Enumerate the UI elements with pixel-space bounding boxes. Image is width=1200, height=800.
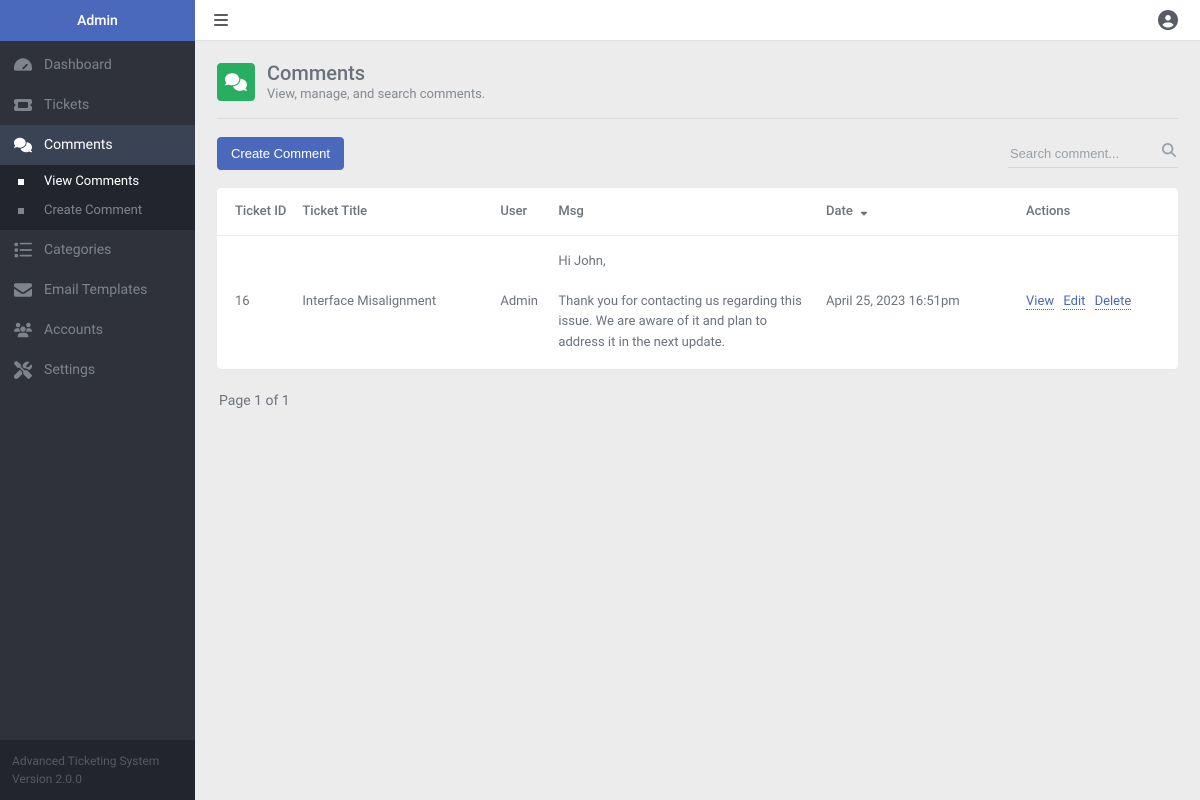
sidebar-footer: Advanced Ticketing System Version 2.0.0	[0, 740, 195, 800]
footer-title: Advanced Ticketing System	[12, 752, 183, 770]
page-title-text: Comments View, manage, and search commen…	[267, 61, 485, 102]
view-link[interactable]: View	[1026, 294, 1054, 310]
table-card: Ticket ID Ticket Title User Msg Date Act…	[217, 188, 1178, 369]
sidebar-item-categories[interactable]: Categories	[0, 230, 195, 270]
sidebar-item-label: Dashboard	[44, 57, 112, 73]
sidebar-item-label: Accounts	[44, 322, 103, 338]
sidebar-title[interactable]: Admin	[0, 0, 195, 41]
table-header-ticket-title[interactable]: Ticket Title	[294, 188, 492, 236]
sidebar-item-settings[interactable]: Settings	[0, 350, 195, 390]
comments-table: Ticket ID Ticket Title User Msg Date Act…	[217, 188, 1178, 369]
search-wrap	[1008, 140, 1178, 168]
submenu-item-label: View Comments	[44, 174, 139, 189]
bullet-icon	[14, 208, 44, 214]
sidebar-item-dashboard[interactable]: Dashboard	[0, 45, 195, 85]
sidebar-menu: Dashboard Tickets Comments View Comments…	[0, 41, 195, 740]
bullet-icon	[14, 179, 44, 185]
sidebar: Admin Dashboard Tickets Comments View Co…	[0, 0, 195, 800]
comments-submenu: View Comments Create Comment	[0, 165, 195, 230]
table-header-date[interactable]: Date	[818, 188, 1018, 236]
envelope-icon	[14, 281, 44, 299]
menu-toggle-icon[interactable]	[213, 12, 229, 28]
delete-link[interactable]: Delete	[1095, 294, 1132, 310]
table-header-date-label: Date	[826, 204, 853, 219]
sidebar-item-label: Categories	[44, 242, 111, 258]
tachometer-icon	[14, 56, 44, 74]
user-menu-icon[interactable]	[1158, 10, 1178, 30]
search-input[interactable]	[1008, 140, 1178, 168]
page-title: Comments	[267, 61, 485, 85]
pagination: Page 1 of 1	[217, 369, 1178, 433]
sidebar-item-tickets[interactable]: Tickets	[0, 85, 195, 125]
submenu-item-label: Create Comment	[44, 203, 142, 218]
table-header-ticket-id[interactable]: Ticket ID	[217, 188, 294, 236]
table-header-actions: Actions	[1018, 188, 1178, 236]
footer-version: Version 2.0.0	[12, 770, 183, 788]
tools-icon	[14, 361, 44, 379]
topbar	[195, 0, 1200, 41]
comments-badge-icon	[217, 63, 255, 101]
create-comment-button[interactable]: Create Comment	[217, 137, 344, 170]
submenu-item-view-comments[interactable]: View Comments	[0, 167, 195, 196]
page-title-row: Comments View, manage, and search commen…	[217, 61, 1178, 119]
cell-actions: View Edit Delete	[1018, 236, 1178, 369]
sidebar-item-accounts[interactable]: Accounts	[0, 310, 195, 350]
comments-icon	[14, 136, 44, 154]
sidebar-item-label: Email Templates	[44, 282, 147, 298]
cell-ticket-title: Interface Misalignment	[294, 236, 492, 369]
sort-desc-icon	[859, 207, 869, 217]
table-header-msg[interactable]: Msg	[550, 188, 818, 236]
main: Comments View, manage, and search commen…	[195, 0, 1200, 800]
cell-msg: Hi John, Thank you for contacting us reg…	[550, 236, 818, 369]
content: Comments View, manage, and search commen…	[195, 41, 1200, 453]
sidebar-item-label: Settings	[44, 362, 95, 378]
sidebar-item-label: Comments	[44, 137, 113, 153]
sidebar-item-label: Tickets	[44, 97, 89, 113]
cell-user: Admin	[492, 236, 550, 369]
page-subtitle: View, manage, and search comments.	[267, 87, 485, 102]
list-icon	[14, 241, 44, 259]
actions-row: Create Comment	[217, 119, 1178, 188]
edit-link[interactable]: Edit	[1063, 294, 1085, 310]
sidebar-item-comments[interactable]: Comments	[0, 125, 195, 165]
table-header-user[interactable]: User	[492, 188, 550, 236]
users-icon	[14, 321, 44, 339]
sidebar-item-email-templates[interactable]: Email Templates	[0, 270, 195, 310]
submenu-item-create-comment[interactable]: Create Comment	[0, 196, 195, 225]
ticket-icon	[14, 96, 44, 114]
cell-date: April 25, 2023 16:51pm	[818, 236, 1018, 369]
cell-ticket-id: 16	[217, 236, 294, 369]
table-row: 16 Interface Misalignment Admin Hi John,…	[217, 236, 1178, 369]
